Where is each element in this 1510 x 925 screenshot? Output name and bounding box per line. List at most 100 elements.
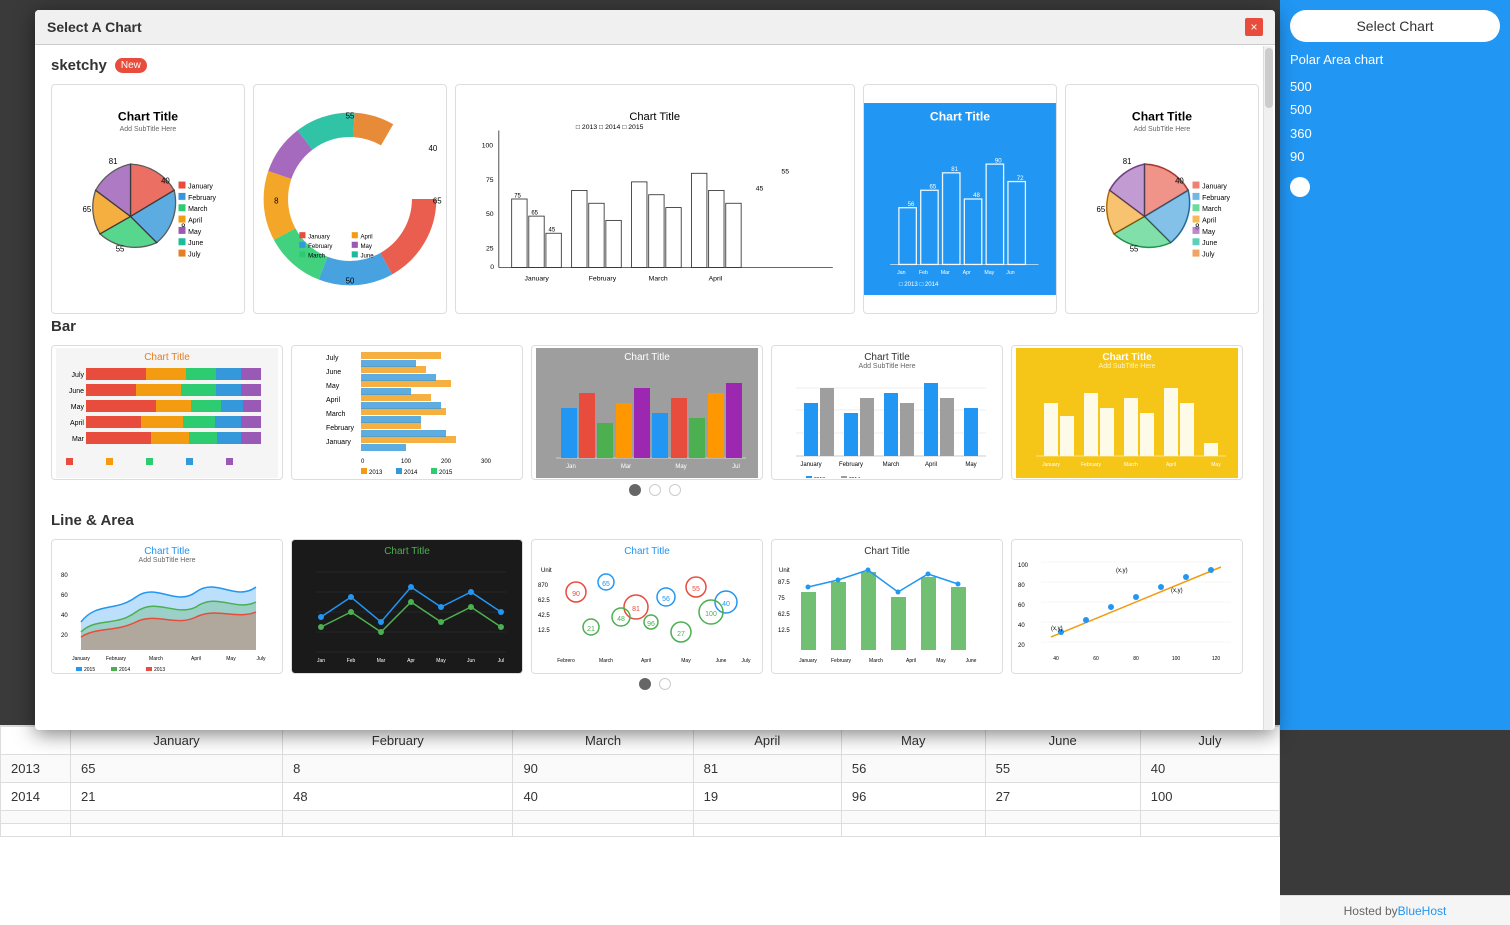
sketchy-bar-blue-thumb[interactable]: Chart Title 56 65 81 48 90 72 □ [863,84,1057,314]
svg-text:2015: 2015 [84,667,95,672]
svg-text:2013: 2013 [814,477,825,478]
svg-text:June: June [69,388,84,395]
line-dark-thumb[interactable]: Chart Title [291,539,523,674]
line-scatter-thumb[interactable]: 100 80 60 40 20 [1011,539,1243,674]
area-multi-thumb[interactable]: Chart Title Add SubTitle Here 80 60 40 2… [51,539,283,674]
bar-page-1-dot[interactable] [629,484,641,496]
svg-text:May: May [360,243,372,250]
svg-text:March: March [1202,206,1221,213]
svg-text:40: 40 [61,613,68,619]
modal-body: sketchy New Chart Title Add SubTitle Her… [35,45,1275,729]
svg-text:April: April [191,656,201,662]
svg-text:May: May [326,383,340,390]
svg-text:100: 100 [705,611,717,618]
bluehost-link[interactable]: BlueHost [1398,904,1447,918]
svg-text:January: January [188,184,213,191]
svg-text:870: 870 [538,583,549,589]
svg-text:81: 81 [632,606,640,613]
line-bar-combo-thumb[interactable]: Chart Title Unit 87.5 75 62.5 12.5 [771,539,1003,674]
line-pagination [51,678,1259,690]
svg-text:90: 90 [572,591,580,598]
val-2014-jun: 27 [985,783,1140,811]
svg-text:100: 100 [482,143,494,150]
bar-page-3-dot[interactable] [669,484,681,496]
svg-text:July: July [742,658,751,664]
modal-close-button[interactable]: × [1245,18,1263,36]
svg-text:2014: 2014 [119,667,130,672]
new-badge: New [115,58,147,73]
svg-text:Feb: Feb [347,658,356,664]
bar-grouped-gray-thumb[interactable]: Chart Title Add SubTitle Here [771,345,1003,480]
bar-stacked-colorful-thumb[interactable]: Chart Title [51,345,283,480]
svg-text:40: 40 [722,601,730,608]
sketchy-grouped-bar-thumb[interactable]: Chart Title □ 2013 □ 2014 □ 2015 [455,84,855,314]
svg-text:300: 300 [481,459,492,465]
svg-text:40: 40 [1175,176,1184,185]
select-chart-button[interactable]: Select Chart [1290,10,1500,42]
val-2013-mar: 90 [513,755,693,783]
svg-text:April: April [326,397,340,404]
svg-text:July: July [1202,252,1215,259]
svg-text:(x,y): (x,y) [1116,568,1128,574]
svg-text:July: July [257,656,266,662]
svg-text:March: March [326,411,346,418]
svg-text:□ 2013 □ 2014: □ 2013 □ 2014 [899,281,939,288]
svg-text:40: 40 [428,144,437,153]
svg-text:120: 120 [1212,656,1221,662]
svg-text:60: 60 [1018,603,1025,609]
svg-text:May: May [226,656,236,662]
val-2013-may: 56 [841,755,985,783]
svg-text:Chart Title: Chart Title [864,352,910,363]
scrollbar[interactable] [1263,46,1273,730]
bar-page-2-dot[interactable] [649,484,661,496]
svg-text:February: February [589,275,617,282]
svg-text:March: March [149,656,163,662]
select-chart-modal: Select A Chart × sketchy New Chart Title… [35,10,1275,730]
svg-text:March: March [649,275,668,282]
sketchy-donut-thumb[interactable]: Chart Title Add SubTitle Here 55 40 65 8 [253,84,447,314]
svg-text:40: 40 [1018,623,1025,629]
svg-text:May: May [985,270,995,276]
line-page-2-dot[interactable] [659,678,671,690]
sketchy-pie2-thumb[interactable]: Chart Title Add SubTitle Here 40 8 55 [1065,84,1259,314]
svg-text:Jul: Jul [732,464,740,470]
line-bubble-thumb[interactable]: Chart Title Unit 870 62.5 42.5 12.5 90 6… [531,539,763,674]
svg-text:100: 100 [1018,563,1029,569]
bar-grouped-yellow-thumb[interactable]: Chart Title Add SubTitle Here January [1011,345,1243,480]
right-panel: Select Chart Polar Area chart 500 500 36… [1280,0,1510,730]
svg-text:81: 81 [109,157,118,166]
bar-grid: Chart Title [51,345,1259,480]
bar-grouped-colorful-thumb[interactable]: Chart Title Jan Mar May [531,345,763,480]
svg-text:48: 48 [617,616,625,623]
svg-text:8: 8 [274,196,279,205]
sketchy-label: sketchy [51,57,107,74]
svg-text:March: March [308,252,325,259]
svg-text:75: 75 [486,177,494,184]
value-1: 500 [1290,75,1500,98]
svg-text:Chart Title: Chart Title [624,546,670,557]
svg-text:Jan: Jan [897,270,906,276]
svg-text:July: July [326,355,339,362]
svg-text:12.5: 12.5 [538,628,550,634]
svg-text:May: May [436,658,446,664]
bar-label: Bar [51,318,76,335]
svg-text:45: 45 [756,185,764,192]
sketchy-pie-thumb[interactable]: Chart Title Add SubTitle Here 40 8 55 65… [51,84,245,314]
svg-text:75: 75 [514,193,521,199]
svg-text:65: 65 [930,184,937,191]
svg-text:January: January [800,462,821,468]
svg-text:Chart Title: Chart Title [624,352,670,363]
svg-text:June: June [1202,240,1217,247]
svg-text:2013: 2013 [154,667,165,672]
val-2014-jul: 100 [1140,783,1279,811]
svg-text:(x,y): (x,y) [1171,588,1183,594]
bar-horizontal-thumb[interactable]: July June May April March February Janua… [291,345,523,480]
svg-text:□ 2013 □ 2014 □ 2015: □ 2013 □ 2014 □ 2015 [576,124,644,131]
value-4: 90 [1290,145,1500,168]
svg-text:80: 80 [1018,583,1025,589]
line-page-1-dot[interactable] [639,678,651,690]
svg-text:2013: 2013 [369,470,383,476]
svg-text:April: April [70,420,84,427]
svg-text:April: April [906,658,916,664]
svg-text:February: February [106,656,127,662]
